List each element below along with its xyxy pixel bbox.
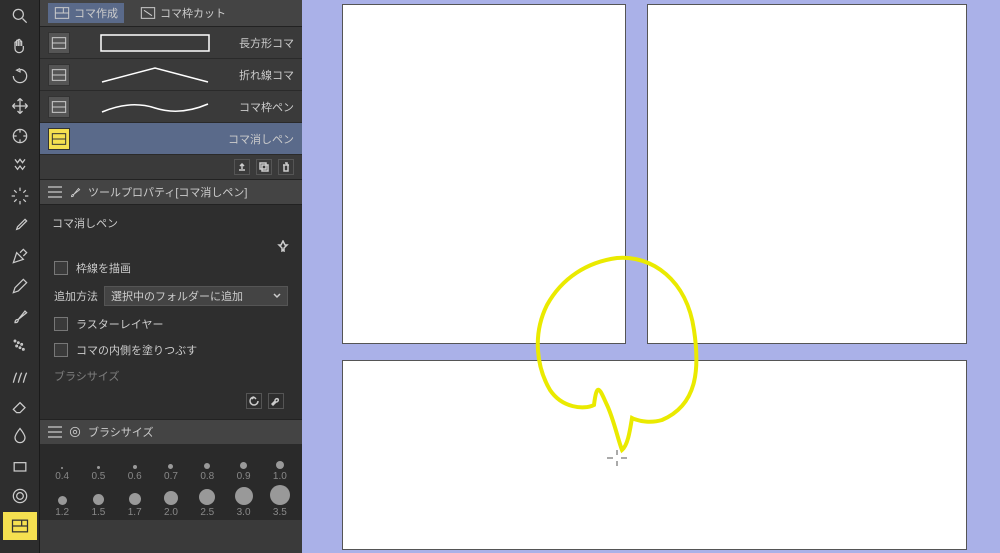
magnify-tool[interactable] xyxy=(3,2,37,30)
brush-size-cell[interactable]: 3.5 xyxy=(262,482,298,518)
duplicate-button[interactable] xyxy=(256,159,272,175)
brush-size-cell[interactable]: 1.0 xyxy=(262,446,298,482)
eraser-tool[interactable] xyxy=(3,392,37,420)
brush-size-cell[interactable]: 1.7 xyxy=(117,482,153,518)
property-footer xyxy=(50,389,292,413)
subtool-footer xyxy=(40,155,302,179)
checkbox-label: 枠線を描画 xyxy=(76,260,131,276)
canvas-area[interactable] xyxy=(302,0,1000,553)
menu-icon[interactable] xyxy=(48,426,62,438)
move-tool[interactable] xyxy=(3,92,37,120)
subtool-label: コマ消しペン xyxy=(228,131,294,147)
frame-cut-icon xyxy=(140,6,156,20)
tool-property-header: ツールプロパティ[コマ消しペン] xyxy=(40,179,302,205)
add-method-dropdown[interactable]: 選択中のフォルダーに追加 xyxy=(104,286,288,306)
polyline-preview xyxy=(78,65,231,85)
wrench-button[interactable] xyxy=(268,393,284,409)
fill-inside-row[interactable]: コマの内側を塗りつぶす xyxy=(50,337,292,363)
pin-row xyxy=(50,237,292,255)
rotate-tool[interactable] xyxy=(3,62,37,90)
brush-size-cell[interactable]: 1.5 xyxy=(80,482,116,518)
brush-size-cell[interactable]: 0.8 xyxy=(189,446,225,482)
subtool-tab-cut[interactable]: コマ枠カット xyxy=(134,3,232,23)
checkbox[interactable] xyxy=(54,343,68,357)
main-toolbar xyxy=(0,0,40,553)
frame-tool[interactable] xyxy=(3,512,37,540)
brush-size-cell[interactable]: 2.0 xyxy=(153,482,189,518)
frame-grid-icon xyxy=(54,6,70,20)
brush-size-header: ブラシサイズ xyxy=(40,419,302,444)
brush-size-cell[interactable]: 0.7 xyxy=(153,446,189,482)
pen-tool[interactable] xyxy=(3,242,37,270)
brush-size-cell[interactable]: 0.4 xyxy=(44,446,80,482)
subtool-label: コマ枠ペン xyxy=(239,99,294,115)
brush-size-cell[interactable]: 2.5 xyxy=(189,482,225,518)
brush-size-cell[interactable]: 0.9 xyxy=(225,446,261,482)
dropdown-value: 選択中のフォルダーに追加 xyxy=(111,288,243,304)
subtool-polyline-frame[interactable]: 折れ線コマ xyxy=(40,59,302,91)
side-panel: コマ作成 コマ枠カット 長方形コマ 折れ線コマ コマ枠ペン コマ消しペン xyxy=(40,0,302,553)
brush-size-grid: 0.4 0.5 0.6 0.7 0.8 0.9 1.0 1.2 1.5 1.7 … xyxy=(40,444,302,520)
checkbox[interactable] xyxy=(54,317,68,331)
pencil-tool[interactable] xyxy=(3,272,37,300)
subtool-frame-pen[interactable]: コマ枠ペン xyxy=(40,91,302,123)
reset-button[interactable] xyxy=(246,393,262,409)
subtool-header: コマ作成 コマ枠カット xyxy=(40,0,302,27)
brush-size-cell[interactable]: 0.5 xyxy=(80,446,116,482)
select-label: 追加方法 xyxy=(54,288,98,304)
checkbox-label: ラスターレイヤー xyxy=(76,316,163,332)
brush-size-row-trunc: ブラシサイズ xyxy=(50,363,292,389)
fill-tool[interactable] xyxy=(3,452,37,480)
curve-preview xyxy=(78,97,231,117)
frame-icon xyxy=(48,32,70,54)
blank-preview xyxy=(78,129,220,149)
brush-size-cell[interactable]: 3.0 xyxy=(225,482,261,518)
subtool-list: 長方形コマ 折れ線コマ コマ枠ペン コマ消しペン xyxy=(40,27,302,155)
draw-border-row[interactable]: 枠線を描画 xyxy=(50,255,292,281)
blend-tool[interactable] xyxy=(3,422,37,450)
raster-layer-row[interactable]: ラスターレイヤー xyxy=(50,311,292,337)
property-header-text: ツールプロパティ[コマ消しペン] xyxy=(88,184,247,200)
brush-icon xyxy=(68,185,82,199)
subtool-rectangle-frame[interactable]: 長方形コマ xyxy=(40,27,302,59)
chevron-down-icon xyxy=(273,292,281,300)
frame-icon xyxy=(48,128,70,150)
subtool-label: 長方形コマ xyxy=(239,35,294,51)
target-icon xyxy=(68,425,82,439)
gradient-tool[interactable] xyxy=(3,482,37,510)
subtool-frame-eraser[interactable]: コマ消しペン xyxy=(40,123,302,155)
brush-tool[interactable] xyxy=(3,302,37,330)
truncated-label: ブラシサイズ xyxy=(54,368,119,384)
checkbox[interactable] xyxy=(54,261,68,275)
subtool-tab-create[interactable]: コマ作成 xyxy=(48,3,124,23)
brush-size-cell[interactable]: 0.6 xyxy=(117,446,153,482)
airbrush-tool[interactable] xyxy=(3,332,37,360)
transform-tool[interactable] xyxy=(3,122,37,150)
lasso-tool[interactable] xyxy=(3,152,37,180)
brush-size-cell[interactable]: 1.2 xyxy=(44,482,80,518)
decoration-tool[interactable] xyxy=(3,362,37,390)
delete-button[interactable] xyxy=(278,159,294,175)
rectangle-preview xyxy=(78,33,231,53)
eyedropper-tool[interactable] xyxy=(3,212,37,240)
frame-icon xyxy=(48,64,70,86)
tab-label: コマ枠カット xyxy=(160,5,226,21)
frame-icon xyxy=(48,96,70,118)
pin-icon[interactable] xyxy=(277,240,289,252)
tab-label: コマ作成 xyxy=(74,5,118,21)
hand-tool[interactable] xyxy=(3,32,37,60)
cursor-crosshair-icon xyxy=(607,450,627,466)
export-button[interactable] xyxy=(234,159,250,175)
user-drawn-stroke xyxy=(522,250,722,470)
add-method-row: 追加方法 選択中のフォルダーに追加 xyxy=(50,281,292,311)
subtool-label: 折れ線コマ xyxy=(239,67,294,83)
checkbox-label: コマの内側を塗りつぶす xyxy=(76,342,197,358)
property-title: コマ消しペン xyxy=(50,211,292,237)
wand-tool[interactable] xyxy=(3,182,37,210)
tool-property-body: コマ消しペン 枠線を描画 追加方法 選択中のフォルダーに追加 ラスターレイヤー … xyxy=(40,205,302,419)
menu-icon[interactable] xyxy=(48,186,62,198)
brush-header-text: ブラシサイズ xyxy=(88,424,153,440)
